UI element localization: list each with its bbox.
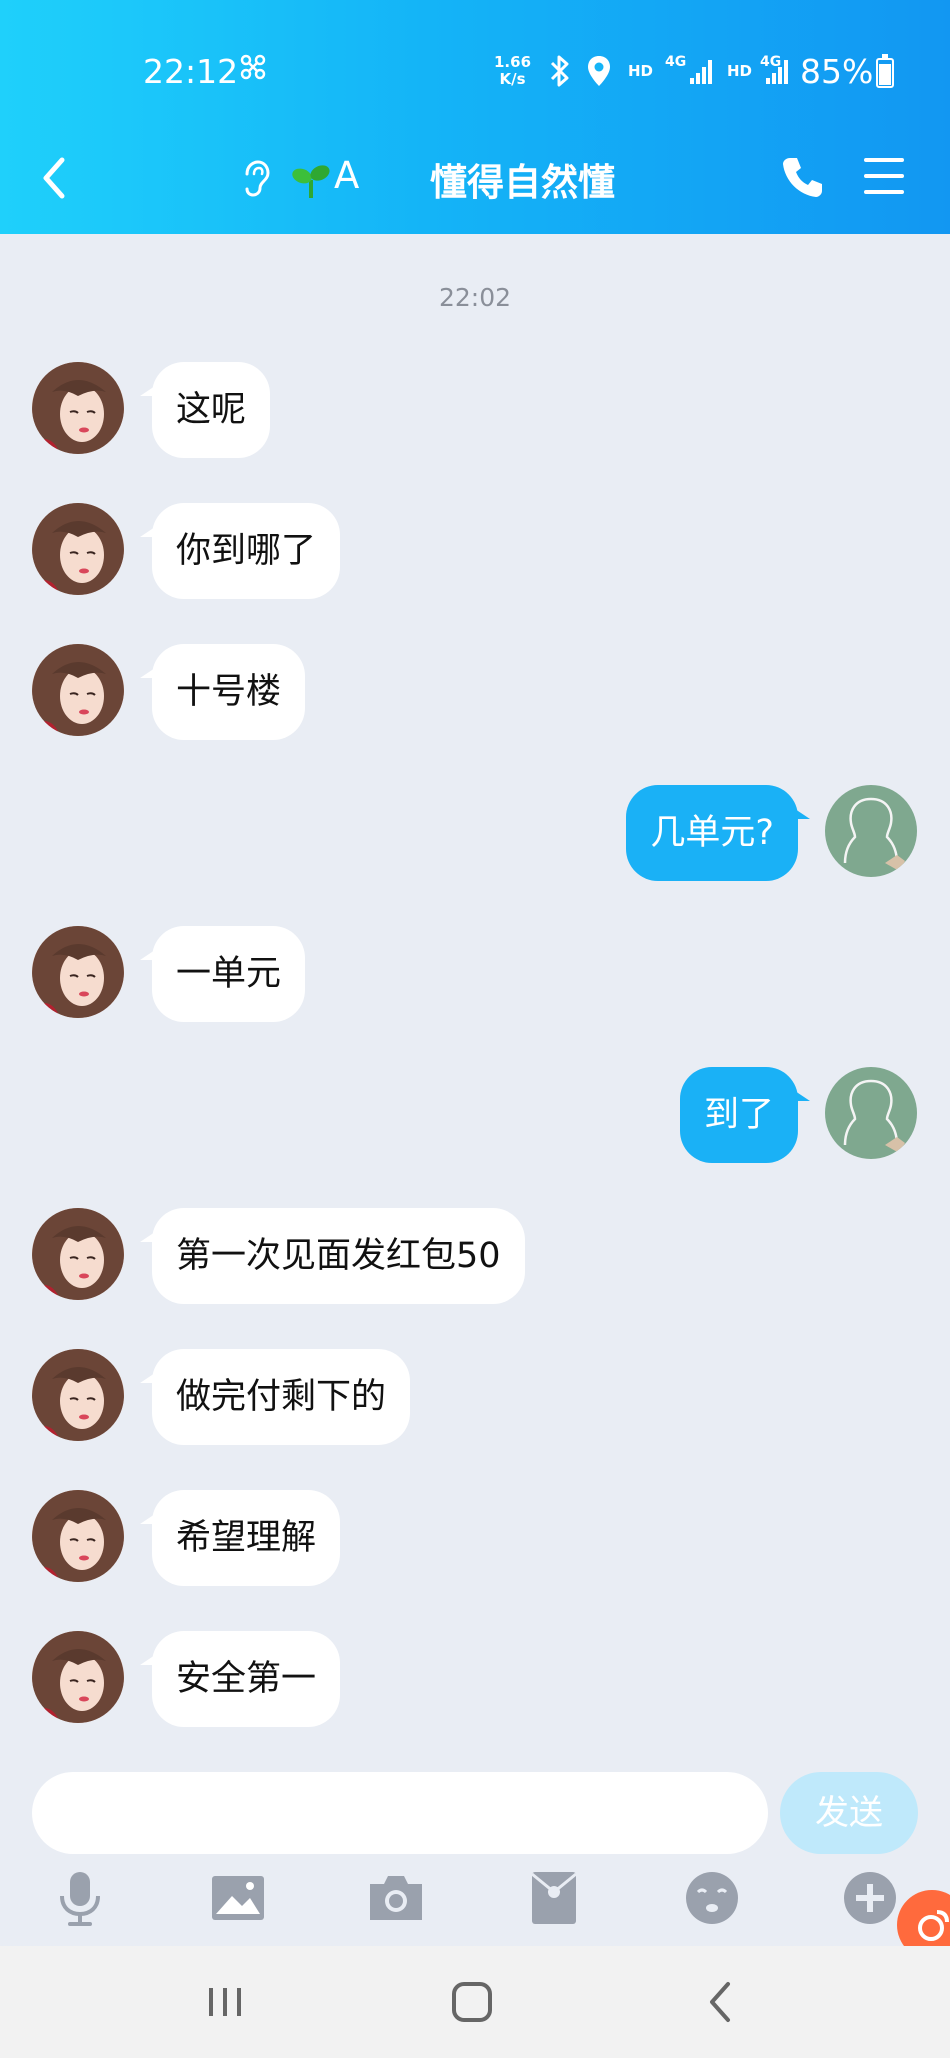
signal-icon-2 xyxy=(766,60,792,84)
message-bubble[interactable]: 这呢 xyxy=(139,362,271,458)
message-bubble[interactable]: 你到哪了 xyxy=(139,503,341,599)
network-type-1: 4G xyxy=(665,54,687,70)
incoming-message: 做完付剩下的 xyxy=(0,1349,950,1445)
net-speed: 1.66 K/s xyxy=(494,54,531,88)
contact-avatar[interactable] xyxy=(32,1631,124,1723)
camera-icon[interactable] xyxy=(366,1868,426,1928)
outgoing-message: 几单元? xyxy=(0,785,950,881)
network-share-icon xyxy=(238,52,268,89)
status-bar: 22:12 1.66 K/s HD 4G HD 4G 85% xyxy=(0,40,950,102)
send-button[interactable]: 发送 xyxy=(780,1772,918,1854)
contact-avatar[interactable] xyxy=(32,362,124,454)
menu-button[interactable] xyxy=(864,158,904,194)
microphone-icon[interactable] xyxy=(50,1868,110,1928)
contact-avatar[interactable] xyxy=(32,1208,124,1300)
contact-avatar[interactable] xyxy=(32,1490,124,1582)
chat-header: 22:12 1.66 K/s HD 4G HD 4G 85% A 懂得自然懂 xyxy=(0,0,950,234)
contact-avatar[interactable] xyxy=(32,1349,124,1441)
composer-toolbar xyxy=(0,1868,950,1938)
red-packet-icon[interactable] xyxy=(524,1868,584,1928)
phone-call-button[interactable] xyxy=(780,154,826,200)
message-timestamp: 22:02 xyxy=(438,283,512,312)
contact-avatar[interactable] xyxy=(32,926,124,1018)
incoming-message: 一单元 xyxy=(0,926,950,1022)
plus-icon[interactable] xyxy=(840,1868,900,1928)
back-button[interactable] xyxy=(34,148,74,208)
message-bubble[interactable]: 第一次见面发红包50 xyxy=(140,1208,525,1304)
net-speed-unit: K/s xyxy=(499,70,526,88)
incoming-message: 希望理解 xyxy=(0,1490,950,1586)
emoji-icon[interactable] xyxy=(682,1868,742,1928)
contact-avatar[interactable] xyxy=(32,644,124,736)
message-bubble[interactable]: 十号楼 xyxy=(139,644,306,740)
message-bubble[interactable]: 几单元? xyxy=(626,785,810,881)
hd-label-1: HD xyxy=(628,62,654,80)
incoming-message: 这呢 xyxy=(0,362,950,458)
ear-icon[interactable] xyxy=(238,158,272,198)
home-icon[interactable] xyxy=(442,1974,502,2030)
chat-title: 懂得自然懂 xyxy=(430,161,615,204)
recent-apps-icon[interactable] xyxy=(195,1974,255,2030)
system-nav-bar xyxy=(0,1946,950,2058)
battery-percent: 85% xyxy=(800,52,874,91)
self-avatar[interactable] xyxy=(825,1067,917,1159)
message-bubble[interactable]: 一单元 xyxy=(139,926,306,1022)
message-input[interactable] xyxy=(32,1772,768,1854)
image-icon[interactable] xyxy=(208,1868,268,1928)
message-bubble[interactable]: 安全第一 xyxy=(139,1631,341,1727)
incoming-message: 安全第一 xyxy=(0,1631,950,1727)
net-speed-value: 1.66 xyxy=(494,53,532,71)
battery-icon xyxy=(876,54,894,88)
outgoing-message: 到了 xyxy=(0,1067,950,1163)
message-bubble[interactable]: 希望理解 xyxy=(139,1490,341,1586)
hd-label-2: HD xyxy=(727,62,753,80)
status-time: 22:12 xyxy=(143,52,239,91)
incoming-message: 十号楼 xyxy=(0,644,950,740)
location-icon xyxy=(586,54,612,92)
sprout-icon xyxy=(292,160,330,200)
signal-icon-1 xyxy=(690,60,716,84)
bluetooth-icon xyxy=(548,54,572,92)
system-back-icon[interactable] xyxy=(692,1974,752,2030)
incoming-message: 第一次见面发红包50 xyxy=(0,1208,950,1304)
title-prefix: A xyxy=(334,154,360,197)
message-bubble[interactable]: 到了 xyxy=(679,1067,811,1163)
message-bubble[interactable]: 做完付剩下的 xyxy=(139,1349,411,1445)
self-avatar[interactable] xyxy=(825,785,917,877)
contact-avatar[interactable] xyxy=(32,503,124,595)
incoming-message: 你到哪了 xyxy=(0,503,950,599)
